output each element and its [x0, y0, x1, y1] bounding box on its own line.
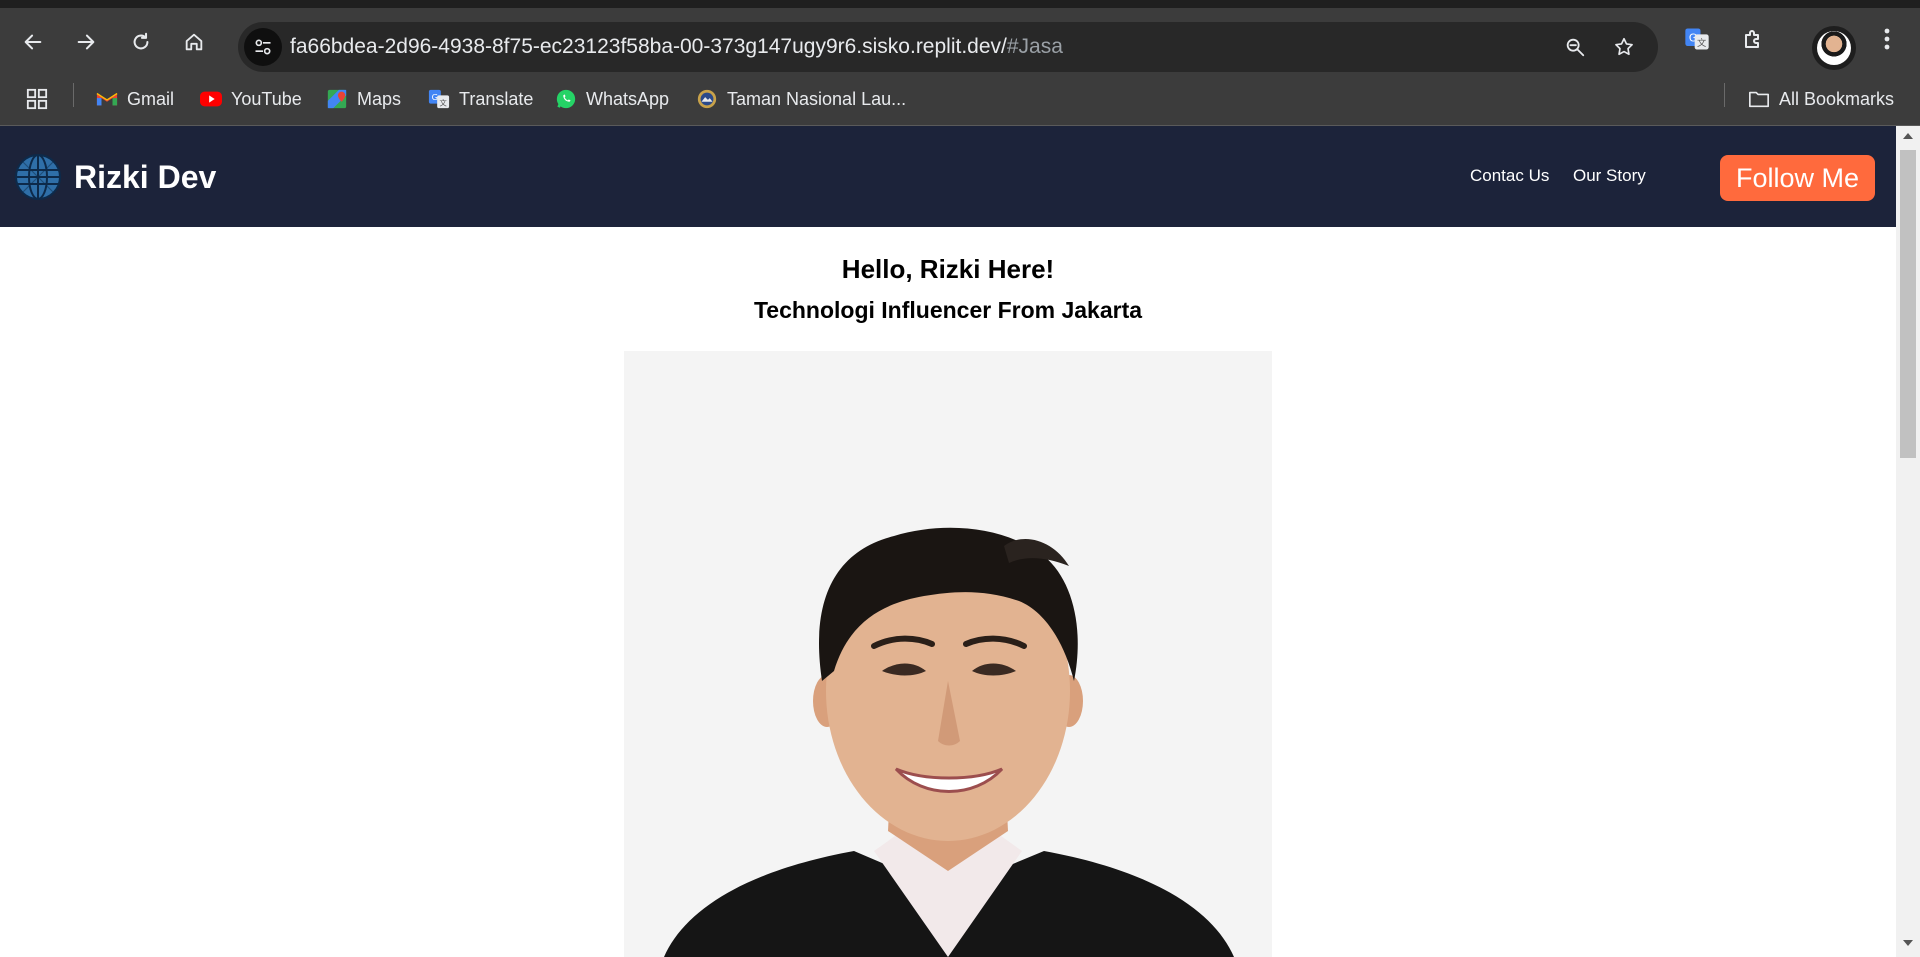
tune-icon: [255, 39, 271, 55]
nav-our-story[interactable]: Our Story: [1573, 166, 1646, 186]
follow-me-button[interactable]: Follow Me: [1720, 155, 1875, 201]
page-scrollbar[interactable]: [1896, 126, 1920, 957]
bookmark-translate[interactable]: G文 Translate: [428, 84, 533, 114]
browser-toolbar: fa66bdea-2d96-4938-8f75-ec23123f58ba-00-…: [0, 8, 1920, 72]
bookmark-label: Gmail: [127, 88, 175, 109]
profile-avatar[interactable]: [1812, 26, 1856, 70]
url-fragment: #Jasa: [1006, 35, 1063, 58]
apps-grid-button[interactable]: [26, 84, 48, 114]
bookmark-whatsapp[interactable]: WhatsApp: [555, 84, 669, 114]
home-icon: [185, 33, 203, 51]
site-title: Rizki Dev: [74, 158, 217, 195]
browser-chrome: fa66bdea-2d96-4938-8f75-ec23123f58ba-00-…: [0, 0, 1920, 126]
bookmark-label: YouTube: [231, 88, 302, 109]
bookmarks-bar: Gmail YouTube Maps G文 Translate WhatsApp: [0, 72, 1920, 126]
nav-contact-us[interactable]: Contac Us: [1470, 166, 1549, 186]
scroll-down-arrow-icon[interactable]: [1896, 939, 1920, 955]
youtube-icon: [200, 88, 222, 110]
brand[interactable]: Rizki Dev: [14, 153, 216, 201]
bookmark-label: Taman Nasional Lau...: [727, 88, 907, 109]
back-button[interactable]: [16, 25, 50, 59]
bookmark-label: WhatsApp: [586, 88, 670, 109]
svg-text:G: G: [432, 92, 438, 102]
reload-icon: [133, 32, 149, 50]
home-button[interactable]: [177, 25, 211, 59]
bookmarks-divider: [1724, 83, 1725, 107]
maps-icon: [326, 88, 348, 110]
bookmark-star-icon[interactable]: [1612, 35, 1636, 59]
translate-icon: G文: [428, 88, 450, 110]
zoom-icon[interactable]: [1563, 35, 1587, 59]
bookmark-maps[interactable]: Maps: [326, 84, 401, 114]
bookmark-label: Maps: [357, 88, 402, 109]
svg-text:文: 文: [439, 98, 447, 107]
forward-button[interactable]: [69, 25, 103, 59]
bookmark-gmail[interactable]: Gmail: [96, 84, 174, 114]
profile-photo: [1817, 31, 1851, 65]
reload-button[interactable]: [124, 25, 158, 59]
portrait-illustration: [624, 351, 1272, 957]
svg-text:文: 文: [1697, 37, 1706, 49]
bookmark-youtube[interactable]: YouTube: [200, 84, 302, 114]
bookmarks-divider: [73, 83, 74, 107]
bookmark-taman-nasional[interactable]: Taman Nasional Lau...: [696, 84, 906, 114]
site-header: Rizki Dev Contac Us Our Story Follow Me: [0, 126, 1896, 227]
scroll-up-arrow-icon[interactable]: [1896, 132, 1920, 148]
url-main: fa66bdea-2d96-4938-8f75-ec23123f58ba-00-…: [290, 35, 1007, 58]
profile-photo: [624, 351, 1272, 957]
gmail-icon: [96, 88, 118, 110]
bookmark-label: Translate: [459, 88, 534, 109]
whatsapp-icon: [555, 88, 577, 110]
tab-strip: [0, 0, 1920, 8]
google-translate-extension-icon[interactable]: G文: [1680, 22, 1714, 56]
site-info-button[interactable]: [244, 28, 282, 66]
address-bar[interactable]: fa66bdea-2d96-4938-8f75-ec23123f58ba-00-…: [238, 22, 1658, 72]
apps-grid-icon: [26, 88, 48, 110]
extensions-puzzle-icon[interactable]: [1736, 22, 1770, 56]
hero-subtitle: Technologi Influencer From Jakarta: [753, 297, 1143, 323]
web-page: Rizki Dev Contac Us Our Story Follow Me …: [0, 126, 1896, 957]
globe-icon: [15, 154, 61, 200]
browser-menu-icon[interactable]: [1870, 22, 1904, 56]
forward-arrow-icon: [77, 34, 95, 50]
folder-icon: [1748, 88, 1770, 110]
hero-title: Hello, Rizki Here!: [841, 254, 1055, 284]
all-bookmarks-label: All Bookmarks: [1779, 88, 1895, 109]
all-bookmarks-button[interactable]: All Bookmarks: [1748, 84, 1894, 114]
scroll-thumb[interactable]: [1900, 150, 1916, 458]
back-arrow-icon: [24, 34, 42, 50]
url-text[interactable]: fa66bdea-2d96-4938-8f75-ec23123f58ba-00-…: [290, 35, 1063, 59]
park-badge-icon: [696, 88, 718, 110]
